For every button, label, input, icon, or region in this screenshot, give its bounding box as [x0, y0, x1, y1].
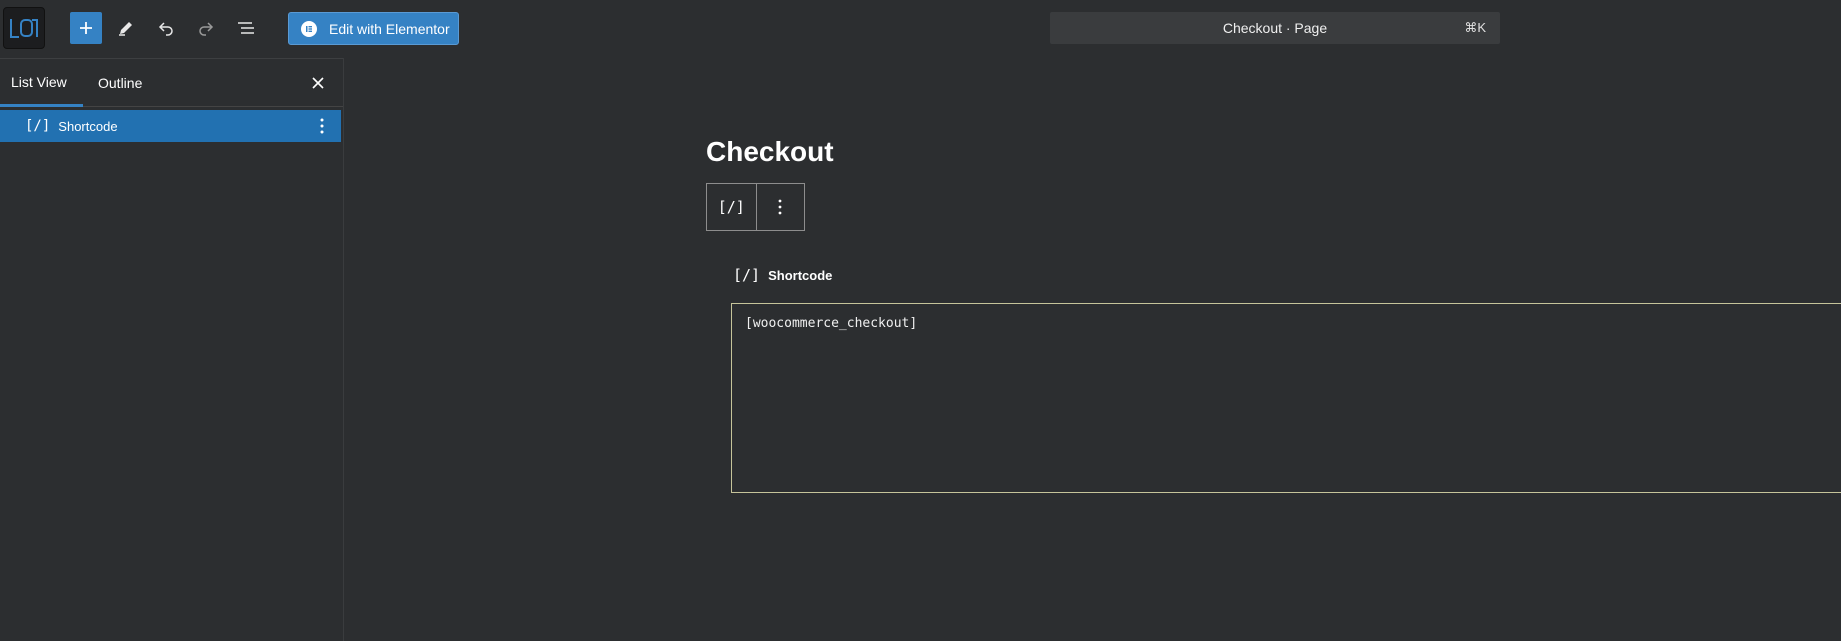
- list-item-label: Shortcode: [58, 118, 118, 134]
- list-view-icon: [238, 22, 254, 34]
- list-view-panel: List View Outline [/] Shortcode: [0, 58, 344, 641]
- block-options-button[interactable]: [755, 184, 805, 230]
- more-options-icon[interactable]: [313, 117, 331, 135]
- shortcode-icon: [/]: [25, 118, 51, 134]
- shortcode-block-label: [/] Shortcode: [733, 266, 832, 284]
- document-title: Checkout · Page: [1222, 20, 1328, 36]
- add-block-button[interactable]: [70, 12, 102, 44]
- tools-button[interactable]: [110, 12, 142, 44]
- list-item-shortcode[interactable]: [/] Shortcode: [0, 110, 341, 142]
- redo-button[interactable]: [190, 12, 222, 44]
- page-title[interactable]: Checkout: [706, 136, 834, 168]
- plus-icon: [80, 22, 92, 34]
- shortcode-icon: [/]: [717, 198, 745, 216]
- tab-list-view[interactable]: List View: [0, 59, 83, 107]
- undo-button[interactable]: [150, 12, 182, 44]
- command-shortcut: ⌘K: [1464, 20, 1486, 35]
- block-toolbar: [/]: [706, 183, 805, 231]
- elementor-icon: [301, 20, 317, 37]
- command-palette-button[interactable]: Checkout · Page ⌘K: [1050, 12, 1500, 44]
- tab-outline[interactable]: Outline: [98, 59, 142, 107]
- document-overview-button[interactable]: [230, 12, 262, 44]
- top-toolbar: Edit with Elementor Checkout · Page ⌘K: [0, 0, 1841, 58]
- shortcode-value: [woocommerce_checkout]: [745, 316, 918, 331]
- tab-list-view-label: List View: [11, 73, 67, 90]
- undo-icon: [158, 22, 173, 36]
- shortcode-icon: [/]: [733, 266, 761, 284]
- site-logo-button[interactable]: [3, 7, 45, 49]
- editor-app: Edit with Elementor Checkout · Page ⌘K L…: [0, 0, 1841, 641]
- shortcode-textarea[interactable]: [woocommerce_checkout]: [731, 303, 1841, 493]
- panel-tabs: List View Outline: [0, 58, 343, 107]
- block-label-text: Shortcode: [768, 267, 833, 283]
- pencil-icon: [119, 22, 132, 36]
- elementor-button-label: Edit with Elementor: [329, 20, 450, 37]
- tab-outline-label: Outline: [98, 75, 143, 91]
- close-panel-button[interactable]: [309, 74, 327, 92]
- more-options-icon: [778, 199, 782, 215]
- site-logo-icon: [10, 19, 38, 38]
- redo-icon: [199, 22, 214, 36]
- close-icon: [312, 77, 324, 89]
- block-type-button[interactable]: [/]: [707, 184, 756, 230]
- edit-with-elementor-button[interactable]: Edit with Elementor: [288, 12, 459, 45]
